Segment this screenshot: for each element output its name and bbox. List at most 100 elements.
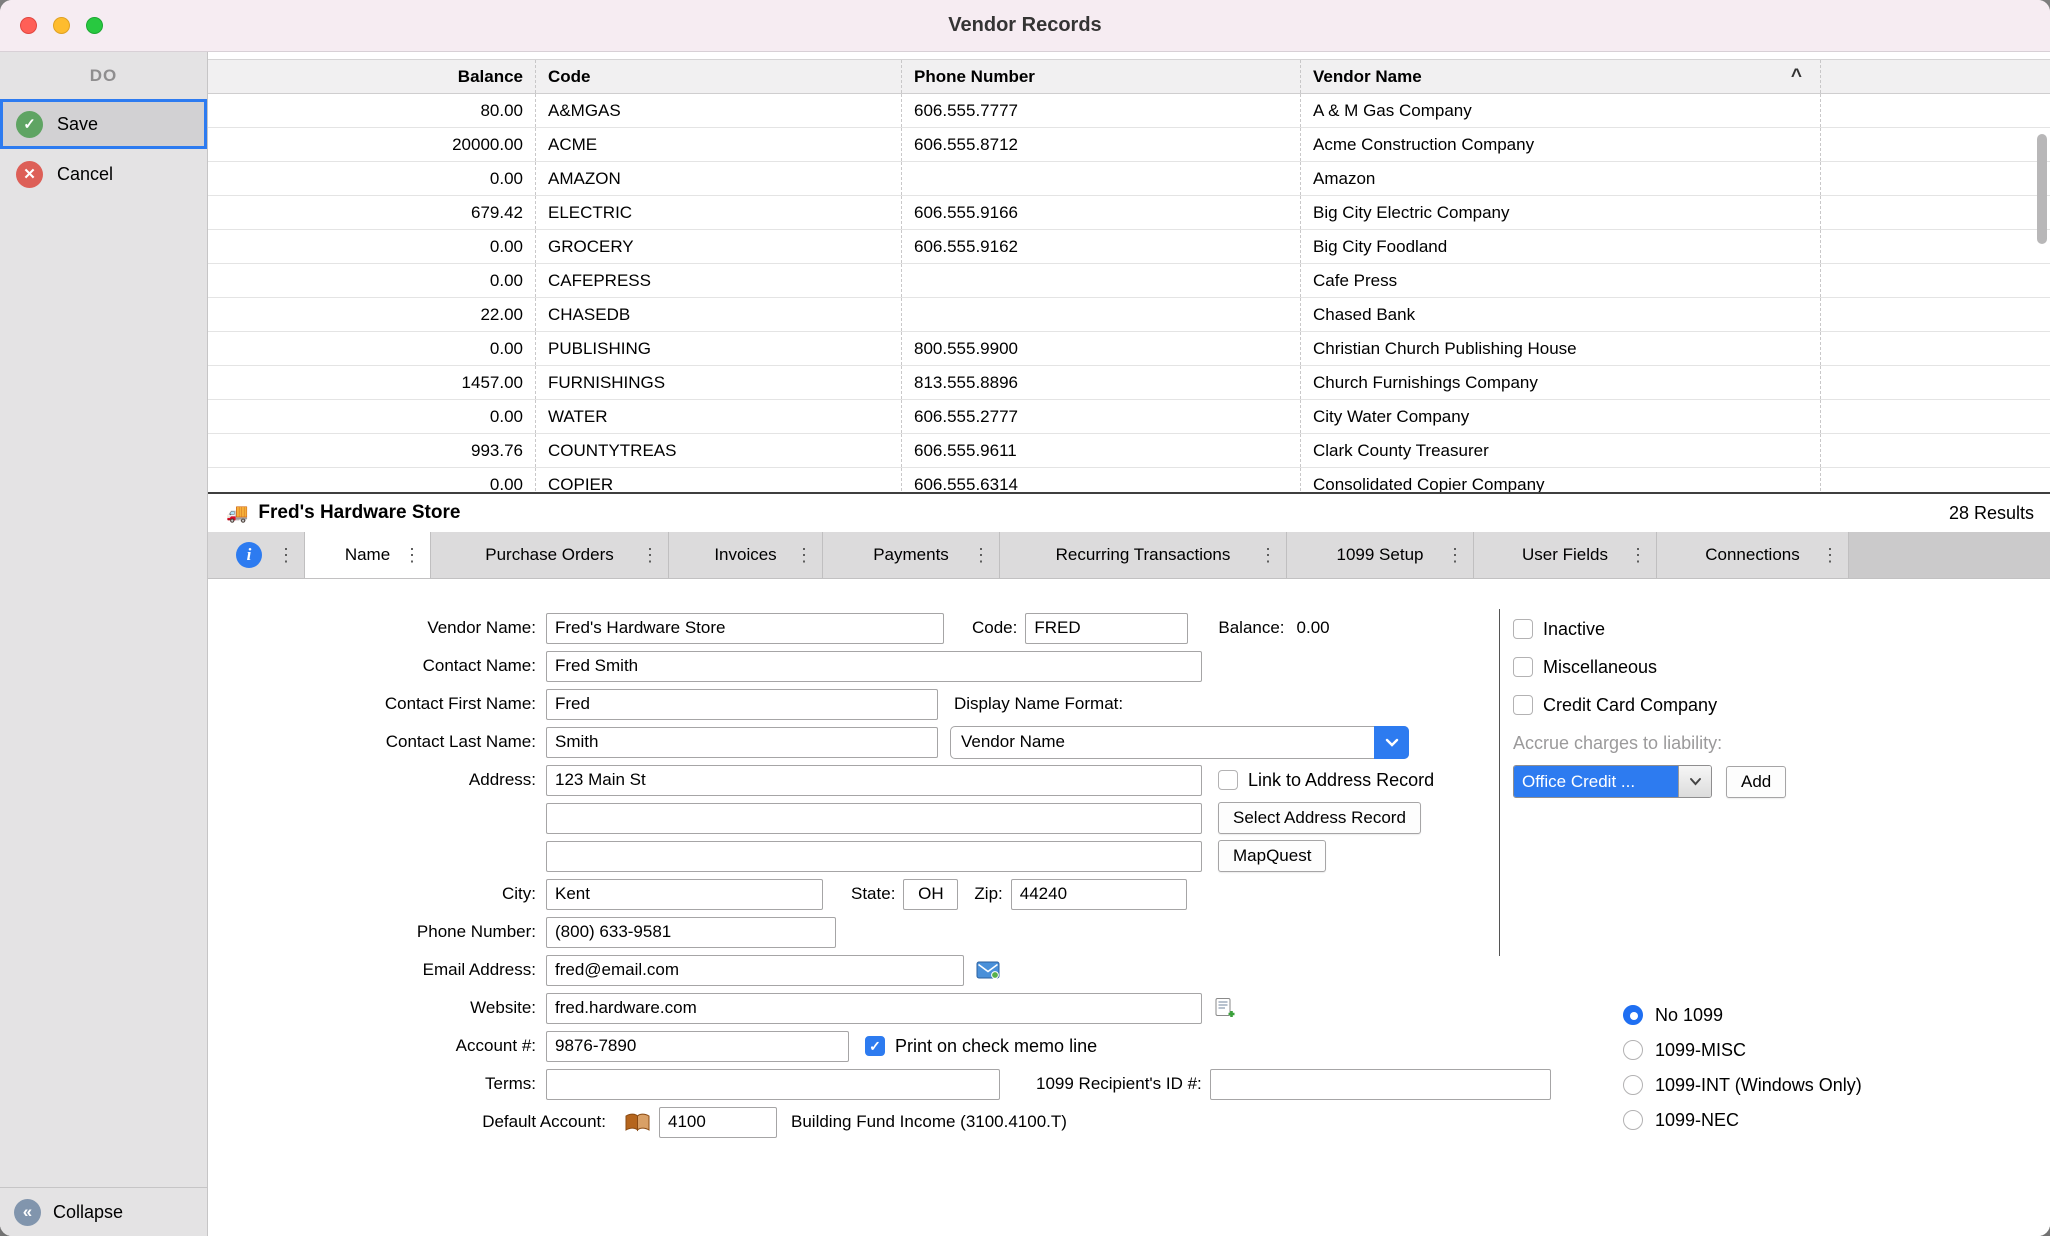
1099-misc-radio[interactable]: [1623, 1040, 1643, 1060]
sort-ascending-icon: ^: [1791, 66, 1808, 88]
save-check-icon: ✓: [16, 111, 43, 138]
website-input[interactable]: [546, 993, 1202, 1024]
no-1099-radio[interactable]: [1623, 1005, 1643, 1025]
table-row[interactable]: 0.00 GROCERY 606.555.9162 Big City Foodl…: [208, 230, 2050, 264]
display-name-format-dropdown[interactable]: Vendor Name: [950, 726, 1409, 759]
table-row[interactable]: 1457.00 FURNISHINGS 813.555.8896 Church …: [208, 366, 2050, 400]
contact-name-input[interactable]: [546, 651, 1202, 682]
vendor-name-input[interactable]: [546, 613, 944, 644]
tab-payments[interactable]: Payments ⋮: [823, 532, 1000, 578]
credit-card-company-label: Credit Card Company: [1543, 695, 1717, 716]
display-name-format-label: Display Name Format:: [954, 694, 1123, 714]
tab-menu-icon[interactable]: ⋮: [403, 546, 421, 564]
terms-input[interactable]: [546, 1069, 1000, 1100]
column-header-vendor-name[interactable]: Vendor Name ^: [1301, 60, 1821, 93]
tab-info[interactable]: i ⋮: [208, 532, 305, 578]
column-header-code[interactable]: Code: [536, 60, 902, 93]
tab-menu-icon[interactable]: ⋮: [1629, 546, 1647, 564]
1099-radio-group: No 1099 1099-MISC 1099-INT (Windows Only…: [1623, 1005, 1862, 1130]
zip-input[interactable]: [1011, 879, 1187, 910]
1099-int-label: 1099-INT (Windows Only): [1655, 1075, 1862, 1096]
table-scrollbar[interactable]: [2037, 134, 2047, 244]
miscellaneous-checkbox[interactable]: [1513, 657, 1533, 677]
account-number-input[interactable]: [546, 1031, 849, 1062]
default-account-description: Building Fund Income (3100.4100.T): [791, 1112, 1067, 1132]
add-liability-button[interactable]: Add: [1726, 766, 1786, 798]
cancel-button[interactable]: ✕ Cancel: [0, 149, 207, 199]
select-address-record-button[interactable]: Select Address Record: [1218, 802, 1421, 834]
accrue-liability-label: Accrue charges to liability:: [1513, 733, 1813, 754]
code-input[interactable]: [1025, 613, 1188, 644]
mapquest-button[interactable]: MapQuest: [1218, 840, 1326, 872]
table-row[interactable]: 20000.00 ACME 606.555.8712 Acme Construc…: [208, 128, 2050, 162]
account-lookup-icon[interactable]: [624, 1112, 651, 1133]
address-line3-input[interactable]: [546, 841, 1202, 872]
email-address-input[interactable]: [546, 955, 964, 986]
table-row[interactable]: 0.00 PUBLISHING 800.555.9900 Christian C…: [208, 332, 2050, 366]
contact-first-name-input[interactable]: [546, 689, 938, 720]
link-to-address-checkbox[interactable]: [1218, 770, 1238, 790]
table-row[interactable]: 22.00 CHASEDB Chased Bank: [208, 298, 2050, 332]
column-header-phone[interactable]: Phone Number: [902, 60, 1301, 93]
address-line2-input[interactable]: [546, 803, 1202, 834]
save-button[interactable]: ✓ Save: [0, 99, 207, 149]
tab-menu-icon[interactable]: ⋮: [1821, 546, 1839, 564]
vendor-table-body: 80.00 A&MGAS 606.555.7777 A & M Gas Comp…: [208, 94, 2050, 494]
collapse-button[interactable]: « Collapse: [0, 1187, 207, 1236]
tab-user-fields[interactable]: User Fields ⋮: [1474, 532, 1657, 578]
state-input[interactable]: [903, 879, 958, 910]
tab-purchase-orders[interactable]: Purchase Orders ⋮: [431, 532, 669, 578]
chevron-down-icon[interactable]: [1678, 766, 1711, 797]
default-account-input[interactable]: [659, 1107, 777, 1138]
phone-number-label: Phone Number:: [208, 922, 546, 942]
email-address-label: Email Address:: [208, 960, 546, 980]
city-label: City:: [208, 884, 546, 904]
open-website-icon[interactable]: [1214, 997, 1236, 1019]
table-row[interactable]: 993.76 COUNTYTREAS 606.555.9611 Clark Co…: [208, 434, 2050, 468]
table-row[interactable]: 80.00 A&MGAS 606.555.7777 A & M Gas Comp…: [208, 94, 2050, 128]
table-row[interactable]: 0.00 CAFEPRESS Cafe Press: [208, 264, 2050, 298]
phone-number-input[interactable]: [546, 917, 836, 948]
tab-menu-icon[interactable]: ⋮: [972, 546, 990, 564]
table-row[interactable]: 0.00 COPIER 606.555.6314 Consolidated Co…: [208, 468, 2050, 494]
content-area: Balance Code Phone Number Vendor Name ^ …: [208, 52, 2050, 1236]
print-on-check-checkbox[interactable]: ✓: [865, 1036, 885, 1056]
current-vendor-name: Fred's Hardware Store: [258, 502, 460, 524]
send-email-icon[interactable]: [976, 960, 1000, 980]
recipient-id-input[interactable]: [1210, 1069, 1551, 1100]
zoom-window-button[interactable]: [86, 17, 103, 34]
column-header-balance[interactable]: Balance: [208, 60, 536, 93]
window-title: Vendor Records: [948, 14, 1101, 37]
window-controls: [20, 0, 103, 51]
tab-menu-icon[interactable]: ⋮: [1259, 546, 1277, 564]
print-on-check-label: Print on check memo line: [895, 1036, 1097, 1057]
minimize-window-button[interactable]: [53, 17, 70, 34]
1099-int-radio[interactable]: [1623, 1075, 1643, 1095]
tab-menu-icon[interactable]: ⋮: [277, 546, 295, 564]
collapse-button-label: Collapse: [53, 1202, 123, 1223]
tab-menu-icon[interactable]: ⋮: [641, 546, 659, 564]
table-row[interactable]: 0.00 WATER 606.555.2777 City Water Compa…: [208, 400, 2050, 434]
credit-card-company-checkbox[interactable]: [1513, 695, 1533, 715]
liability-account-dropdown[interactable]: Office Credit ...: [1513, 765, 1712, 798]
contact-last-name-input[interactable]: [546, 727, 938, 758]
address-line1-input[interactable]: [546, 765, 1202, 796]
tab-name[interactable]: Name ⋮: [305, 532, 431, 578]
city-input[interactable]: [546, 879, 823, 910]
tab-connections[interactable]: Connections ⋮: [1657, 532, 1849, 578]
tab-menu-icon[interactable]: ⋮: [1446, 546, 1464, 564]
contact-last-name-label: Contact Last Name:: [208, 732, 546, 752]
tab-1099-setup[interactable]: 1099 Setup ⋮: [1287, 532, 1474, 578]
tab-recurring-transactions[interactable]: Recurring Transactions ⋮: [1000, 532, 1287, 578]
inactive-checkbox[interactable]: [1513, 619, 1533, 639]
close-window-button[interactable]: [20, 17, 37, 34]
contact-name-label: Contact Name:: [208, 656, 546, 676]
table-row[interactable]: 0.00 AMAZON Amazon: [208, 162, 2050, 196]
1099-nec-radio[interactable]: [1623, 1110, 1643, 1130]
vendor-name-label: Vendor Name:: [208, 618, 546, 638]
tab-menu-icon[interactable]: ⋮: [795, 546, 813, 564]
table-row[interactable]: 679.42 ELECTRIC 606.555.9166 Big City El…: [208, 196, 2050, 230]
info-icon[interactable]: i: [236, 542, 262, 568]
tab-invoices[interactable]: Invoices ⋮: [669, 532, 823, 578]
no-1099-label: No 1099: [1655, 1005, 1723, 1026]
